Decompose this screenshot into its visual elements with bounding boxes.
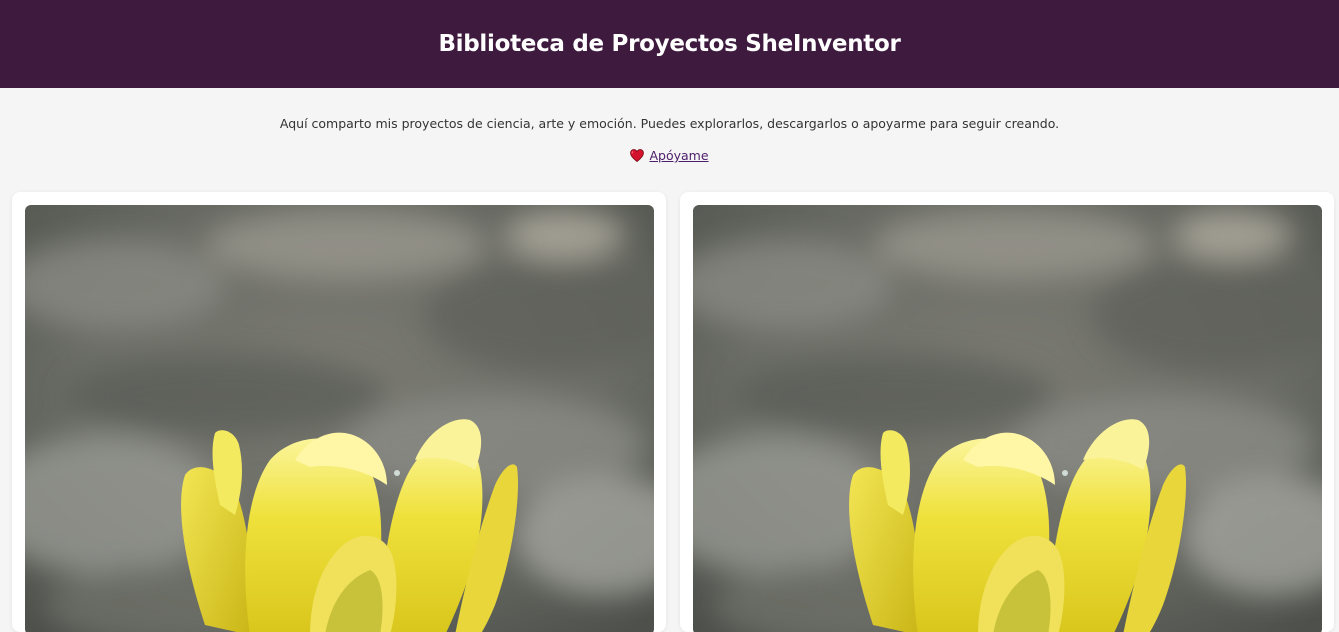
site-header: Biblioteca de Proyectos SheInventor	[0, 0, 1339, 88]
project-card[interactable]	[12, 192, 666, 632]
support-container: Apóyame	[0, 131, 1339, 166]
flower-image	[693, 205, 1322, 632]
intro-text: Aquí comparto mis proyectos de ciencia, …	[279, 116, 1060, 131]
project-cards	[12, 192, 1335, 632]
heart-icon	[630, 149, 645, 162]
project-card[interactable]	[680, 192, 1334, 632]
support-link[interactable]: Apóyame	[630, 148, 709, 163]
flower-shape	[181, 419, 519, 632]
support-label: Apóyame	[649, 148, 709, 163]
page-title: Biblioteca de Proyectos SheInventor	[438, 31, 901, 57]
flower-image	[25, 205, 654, 632]
project-image[interactable]	[693, 205, 1322, 632]
flower-shape	[849, 419, 1187, 632]
project-image[interactable]	[25, 205, 654, 632]
